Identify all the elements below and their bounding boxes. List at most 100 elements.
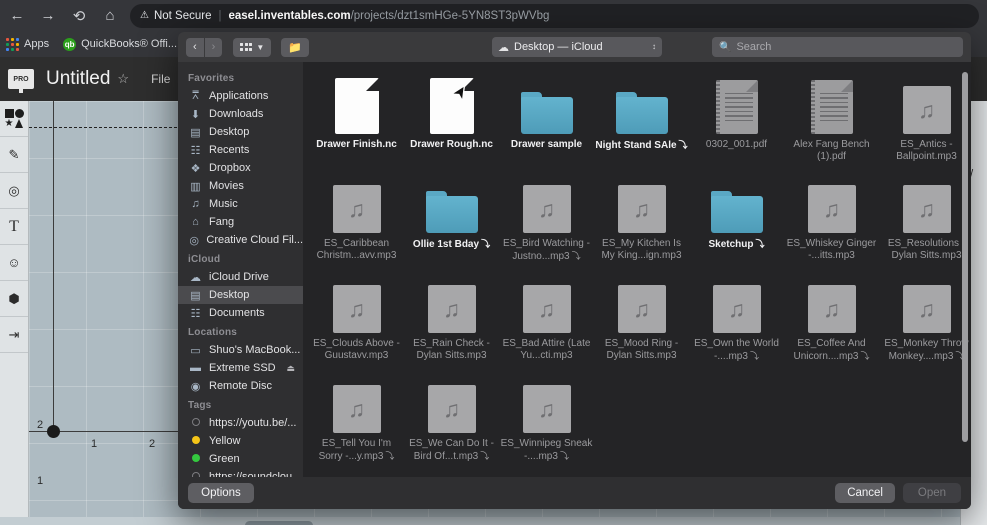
- address-bar[interactable]: ⚠ Not Secure | easel.inventables.com /pr…: [130, 3, 979, 28]
- reload-button[interactable]: ⟲: [65, 2, 93, 30]
- home-button[interactable]: ⌂: [96, 2, 124, 30]
- icloud-download-icon[interactable]: ⤵: [861, 351, 870, 361]
- icloud-download-icon[interactable]: ⤵: [756, 239, 765, 249]
- sidebar-item-label: Desktop: [209, 126, 250, 138]
- file-grid[interactable]: Drawer Finish.nc ➤ Drawer Rough.nc Drawer s…: [303, 62, 971, 463]
- file-icon-wrap: ➤: [429, 72, 474, 134]
- document-icon: [429, 78, 474, 134]
- file-item[interactable]: Drawer sample: [499, 72, 594, 163]
- icloud-download-icon[interactable]: ⤵: [385, 451, 394, 461]
- file-icon-wrap: ♫: [712, 271, 761, 333]
- sidebar-item-applications[interactable]: ⩞ Applications: [178, 87, 303, 105]
- file-item[interactable]: Sketchup ⤵: [689, 171, 784, 263]
- file-item[interactable]: ♫ ES_We Can Do It - Bird Of...t.mp3 ⤵: [404, 371, 499, 463]
- sidebar-item-dropbox[interactable]: ❖ Dropbox: [178, 159, 303, 177]
- file-item[interactable]: ♫ ES_My Kitchen Is My King...ign.mp3: [594, 171, 689, 263]
- back-button[interactable]: ←: [3, 2, 31, 30]
- file-item[interactable]: ♫ ES_Mood Ring - Dylan Sitts.mp3: [594, 271, 689, 363]
- emoji-tool[interactable]: ☺: [0, 245, 28, 281]
- pdf-document-icon: [810, 80, 853, 134]
- sidebar-item-label: https://youtu.be/...: [209, 417, 297, 429]
- cancel-button[interactable]: Cancel: [835, 483, 895, 503]
- file-item[interactable]: ➤ Drawer Rough.nc: [404, 72, 499, 163]
- file-item[interactable]: ♫ ES_Monkey Throw Monkey....mp3 ⤵: [879, 271, 971, 363]
- dialog-body: Favorites ⩞ Applications ⬇ Downloads ▤ Desktop…: [178, 62, 971, 477]
- sidebar-item-shuo-s-macbook[interactable]: ▭ Shuo's MacBook...: [178, 341, 303, 359]
- sidebar-item-label: Fang: [209, 216, 235, 228]
- sidebar-item-extreme-ssd[interactable]: ▬ Extreme SSD ⏏: [178, 359, 303, 377]
- file-item[interactable]: ♫ ES_Antics - Ballpoint.mp3: [879, 72, 971, 163]
- open-button: Open: [903, 483, 961, 503]
- icloud-download-icon[interactable]: ⤵: [750, 351, 759, 361]
- pen-tool[interactable]: ✎: [0, 137, 28, 173]
- sidebar-item-creative-cloud-fil[interactable]: ◎ Creative Cloud Fil...: [178, 231, 303, 249]
- search-input[interactable]: 🔍 Search: [712, 37, 963, 57]
- file-item[interactable]: ♫ ES_Whiskey Ginger -...itts.mp3: [784, 171, 879, 263]
- options-button[interactable]: Options: [188, 483, 254, 503]
- sidebar-item-https-soundclou[interactable]: https://soundclou: [178, 468, 303, 477]
- file-item[interactable]: Drawer Finish.nc: [309, 72, 404, 163]
- sidebar-item-recents[interactable]: ☷ Recents: [178, 141, 303, 159]
- sidebar-item-desktop[interactable]: ▤ Desktop: [178, 286, 303, 304]
- sidebar-item-desktop[interactable]: ▤ Desktop: [178, 123, 303, 141]
- icloud-download-icon[interactable]: ⤵: [480, 451, 489, 461]
- bookmark-quickbooks[interactable]: qb QuickBooks® Offi...: [63, 37, 177, 51]
- origin-handle[interactable]: [47, 425, 60, 438]
- sidebar-item-yellow[interactable]: Yellow: [178, 432, 303, 450]
- file-name-label: ES_Tell You I'm Sorry -...y.mp3 ⤵: [318, 438, 395, 462]
- remote-disc-icon: ◉: [190, 380, 201, 393]
- sidebar-item-icloud-drive[interactable]: ☁ iCloud Drive: [178, 268, 303, 286]
- file-item[interactable]: ♫ ES_Rain Check - Dylan Sitts.mp3: [404, 271, 499, 363]
- file-item[interactable]: Night Stand SAle ⤵: [594, 72, 689, 163]
- view-mode-button[interactable]: ▼: [233, 37, 272, 57]
- text-tool[interactable]: T: [0, 209, 28, 245]
- shapes-tool[interactable]: ★: [0, 101, 28, 137]
- new-folder-button[interactable]: 📁: [281, 37, 309, 57]
- file-item[interactable]: ♫ ES_Caribbean Christm...avv.mp3: [309, 171, 404, 263]
- file-item[interactable]: ♫ ES_Winnipeg Sneak -....mp3 ⤵: [499, 371, 594, 463]
- sidebar-item-green[interactable]: Green: [178, 450, 303, 468]
- sidebar-item-downloads[interactable]: ⬇ Downloads: [178, 105, 303, 123]
- forward-button[interactable]: →: [34, 2, 62, 30]
- file-item[interactable]: Ollie 1st Bday ⤵: [404, 171, 499, 263]
- file-item[interactable]: ♫ ES_Bird Watching - Justno...mp3 ⤵: [499, 171, 594, 263]
- dialog-back-button[interactable]: ‹: [186, 37, 204, 57]
- file-item[interactable]: Alex Fang Bench (1).pdf: [784, 72, 879, 163]
- file-item[interactable]: ♫ ES_Clouds Above - Guustavv.mp3: [309, 271, 404, 363]
- sidebar-item-documents[interactable]: ☷ Documents: [178, 304, 303, 322]
- dialog-forward-button[interactable]: ›: [204, 37, 223, 57]
- drill-tool[interactable]: ◎: [0, 173, 28, 209]
- music-file-icon: ♫: [902, 86, 951, 134]
- sidebar-item-https-youtu-be[interactable]: https://youtu.be/...: [178, 414, 303, 432]
- import-tool[interactable]: ⇥: [0, 317, 28, 353]
- eject-icon[interactable]: ⏏: [286, 363, 295, 374]
- file-item[interactable]: 0302_001.pdf: [689, 72, 784, 163]
- icloud-download-icon[interactable]: ⤵: [572, 251, 581, 261]
- icloud-download-icon[interactable]: ⤵: [679, 140, 688, 150]
- dialog-sidebar[interactable]: Favorites ⩞ Applications ⬇ Downloads ▤ Desktop…: [178, 62, 303, 477]
- sidebar-item-label: iCloud Drive: [209, 271, 269, 283]
- panel-drag-handle[interactable]: [245, 521, 313, 525]
- file-browser-pane[interactable]: Drawer Finish.nc ➤ Drawer Rough.nc Drawer s…: [303, 62, 971, 477]
- app-tool[interactable]: ⬢: [0, 281, 28, 317]
- path-popup-button[interactable]: ☁ Desktop — iCloud ↕: [492, 37, 662, 57]
- search-placeholder: Search: [736, 41, 772, 53]
- file-item[interactable]: ♫ ES_Coffee And Unicorn....mp3 ⤵: [784, 271, 879, 363]
- files-scrollbar[interactable]: [962, 72, 968, 442]
- sidebar-item-fang[interactable]: ⌂ Fang: [178, 213, 303, 231]
- sidebar-item-movies[interactable]: ▥ Movies: [178, 177, 303, 195]
- sidebar-item-label: Yellow: [209, 435, 241, 447]
- bookmark-apps[interactable]: Apps: [6, 37, 49, 51]
- file-item[interactable]: ♫ ES_Tell You I'm Sorry -...y.mp3 ⤵: [309, 371, 404, 463]
- star-outline-icon[interactable]: ☆: [117, 71, 129, 87]
- sidebar-item-remote-disc[interactable]: ◉ Remote Disc: [178, 377, 303, 395]
- file-icon-wrap: ♫: [522, 171, 571, 233]
- file-item[interactable]: ♫ ES_Bad Attire (Late Yu...cti.mp3: [499, 271, 594, 363]
- icloud-download-icon[interactable]: ⤵: [481, 239, 490, 249]
- menu-file[interactable]: File: [151, 72, 170, 86]
- file-item[interactable]: ♫ ES_Own the World -....mp3 ⤵: [689, 271, 784, 363]
- sidebar-item-label: Music: [209, 198, 238, 210]
- file-item[interactable]: ♫ ES_Resolutions - Dylan Sitts.mp3: [879, 171, 971, 263]
- sidebar-item-music[interactable]: ♫ Music: [178, 195, 303, 213]
- icloud-download-icon[interactable]: ⤵: [560, 451, 569, 461]
